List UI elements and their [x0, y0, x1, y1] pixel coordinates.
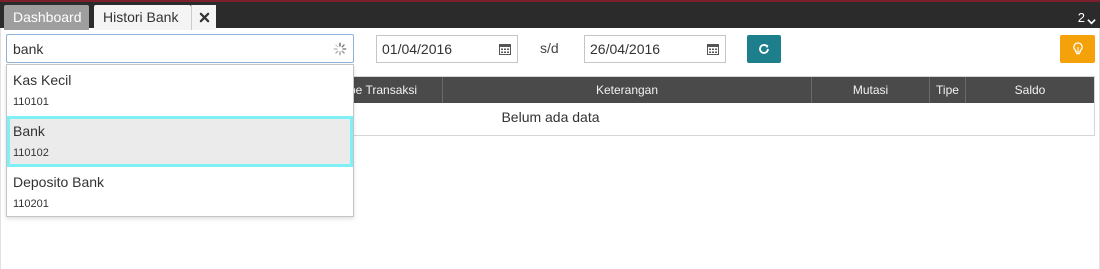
open-tabs-count: 2 [1077, 10, 1085, 25]
option-name: Kas Kecil [13, 72, 72, 88]
column-header-mutasi[interactable]: Mutasi [811, 77, 929, 103]
open-tabs-counter[interactable]: 2 [1078, 5, 1096, 30]
spinner-icon [333, 42, 347, 56]
lightbulb-icon [1072, 42, 1083, 55]
autocomplete-option[interactable]: Kas Kecil 110101 [7, 65, 353, 116]
calendar-icon[interactable] [707, 43, 719, 55]
close-icon [199, 12, 209, 23]
option-code: 110101 [13, 96, 49, 108]
account-autocomplete-list: Kas Kecil 110101 Bank 110102 Deposito Ba… [6, 64, 354, 217]
option-code: 110201 [13, 198, 49, 210]
chevron-down-icon [1087, 19, 1096, 25]
calendar-icon[interactable] [499, 43, 511, 55]
option-code: 110102 [13, 147, 49, 159]
refresh-icon [759, 44, 769, 54]
date-to-field[interactable]: 26/04/2016 [584, 35, 726, 63]
autocomplete-option[interactable]: Deposito Bank 110201 [7, 167, 353, 218]
refresh-button[interactable] [747, 35, 781, 63]
date-from-field[interactable]: 01/04/2016 [376, 35, 518, 63]
autocomplete-option-highlighted[interactable]: Bank 110102 [7, 116, 353, 167]
option-name: Deposito Bank [13, 174, 105, 190]
date-from-value: 01/04/2016 [382, 41, 453, 57]
column-header-keterangan[interactable]: Keterangan [442, 77, 811, 103]
account-search-input[interactable] [7, 35, 317, 62]
account-search-box[interactable] [6, 34, 354, 63]
tab-close-button[interactable] [191, 5, 216, 30]
tab-dashboard[interactable]: Dashboard [4, 5, 89, 30]
date-to-value: 26/04/2016 [590, 41, 661, 57]
hint-button[interactable] [1060, 35, 1095, 63]
column-header-saldo[interactable]: Saldo [965, 77, 1094, 103]
tab-bar: Dashboard Histori Bank 2 [0, 0, 1100, 30]
tab-histori-bank[interactable]: Histori Bank [94, 5, 191, 30]
date-range-separator: s/d [540, 40, 559, 56]
option-name: Bank [13, 123, 45, 139]
column-header-tipe[interactable]: Tipe [929, 77, 965, 103]
